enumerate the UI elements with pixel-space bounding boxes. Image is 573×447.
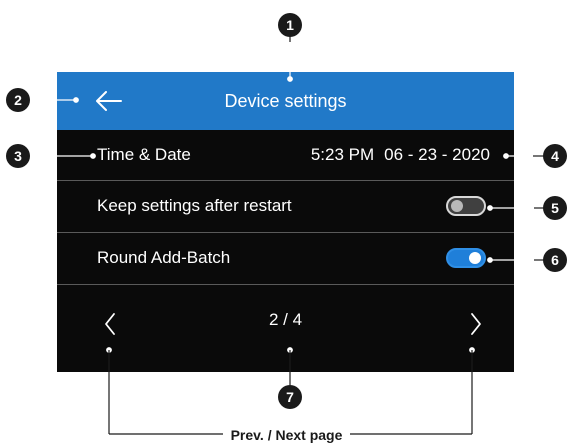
date-value: 06 - 23 - 2020	[384, 145, 490, 164]
round-add-batch-toggle[interactable]	[446, 248, 486, 268]
callout-badge: 4	[543, 144, 567, 168]
round-add-batch-label: Round Add-Batch	[97, 248, 231, 267]
callout-badge: 6	[543, 248, 567, 272]
arrow-left-icon	[96, 91, 122, 111]
header-bar: Device settings	[57, 72, 514, 130]
caption-text: Prev. / Next page	[222, 427, 351, 443]
keep-settings-row: Keep settings after restart	[57, 181, 514, 231]
divider	[57, 284, 514, 285]
chevron-right-icon	[471, 313, 481, 335]
back-button[interactable]	[93, 86, 125, 116]
round-add-batch-row: Round Add-Batch	[57, 233, 514, 283]
callout-badge: 2	[6, 88, 30, 112]
time-date-label: Time & Date	[97, 145, 191, 164]
device-screen: Device settings Time & Date 5:23 PM 06 -…	[57, 72, 514, 372]
toggle-knob	[451, 200, 463, 212]
callout-badge: 7	[278, 385, 302, 409]
page-indicator: 2 / 4	[268, 310, 303, 329]
page-title: Device settings	[224, 90, 347, 111]
keep-settings-label: Keep settings after restart	[97, 196, 292, 215]
callout-badge: 1	[278, 13, 302, 37]
time-value: 5:23 PM	[310, 145, 375, 164]
callout-badge: 5	[543, 196, 567, 220]
prev-next-caption: Prev. / Next page	[0, 427, 573, 443]
keep-settings-toggle[interactable]	[446, 196, 486, 216]
toggle-knob	[469, 252, 481, 264]
callout-badge: 3	[6, 144, 30, 168]
time-date-row[interactable]: Time & Date 5:23 PM 06 - 23 - 2020	[57, 130, 514, 180]
next-page-button[interactable]	[461, 306, 491, 342]
